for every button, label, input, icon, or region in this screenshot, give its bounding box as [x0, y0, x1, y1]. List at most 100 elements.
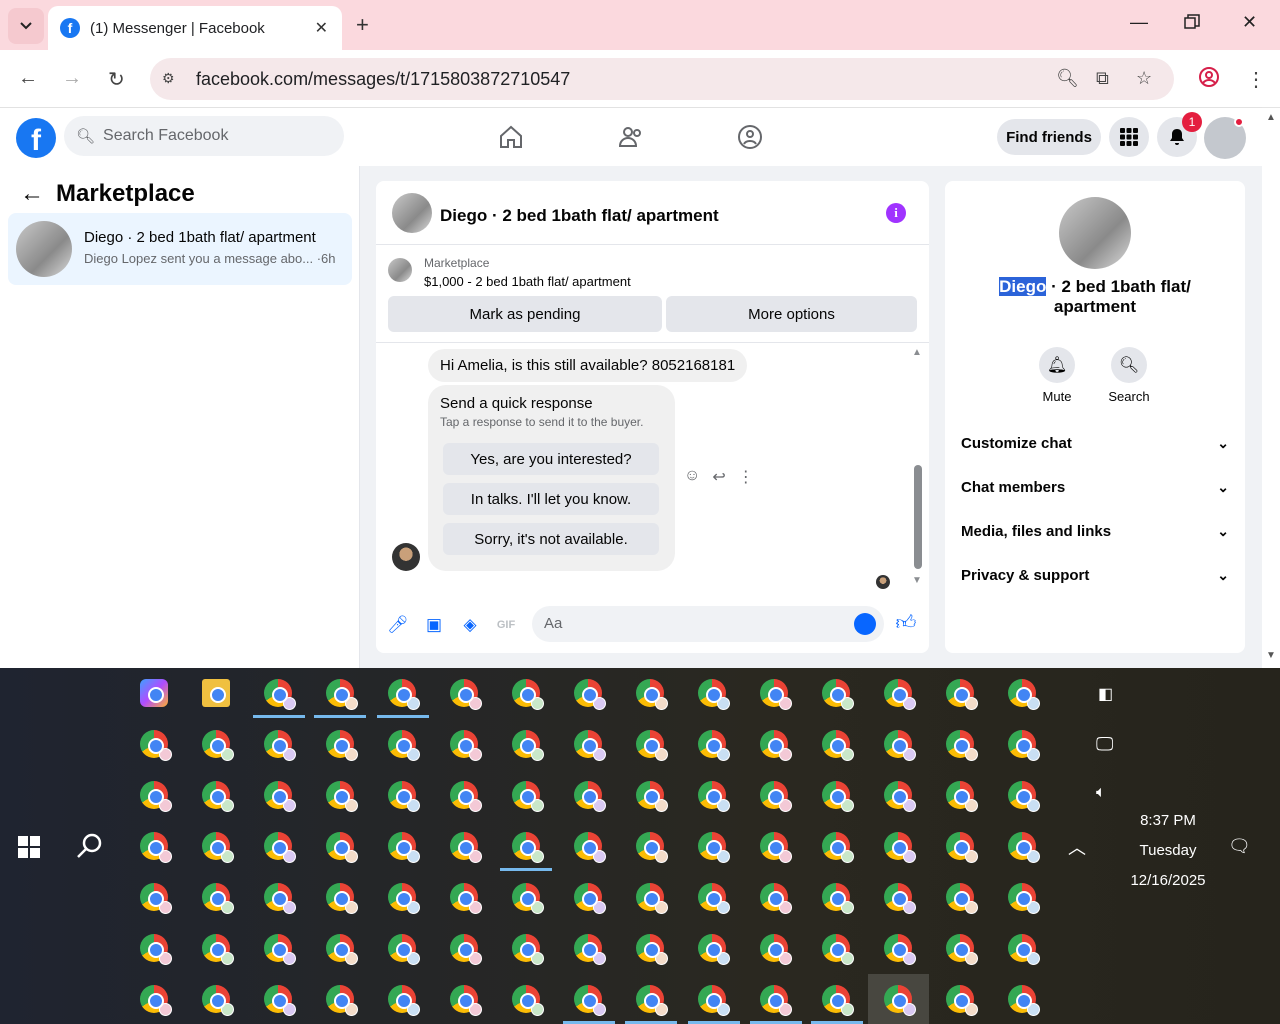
chrome-taskbar-icon[interactable]	[140, 985, 172, 1016]
chrome-taskbar-icon[interactable]	[946, 883, 978, 914]
chrome-taskbar-icon[interactable]	[636, 985, 668, 1016]
chrome-taskbar-icon[interactable]	[450, 781, 482, 812]
chrome-taskbar-icon[interactable]	[822, 934, 854, 965]
display-tray-icon[interactable]: 🖵︎	[1096, 734, 1113, 755]
close-window-icon[interactable]: ✕	[1242, 12, 1257, 33]
chrome-taskbar-icon[interactable]	[512, 781, 544, 812]
chrome-taskbar-icon[interactable]	[326, 832, 358, 863]
chrome-taskbar-icon[interactable]	[264, 781, 296, 812]
chrome-taskbar-icon[interactable]	[512, 985, 544, 1016]
quick-response-option[interactable]: Yes, are you interested?	[443, 443, 659, 475]
chrome-taskbar-icon[interactable]	[140, 832, 172, 863]
chrome-taskbar-icon[interactable]	[512, 883, 544, 914]
chrome-taskbar-icon[interactable]	[946, 934, 978, 965]
facebook-logo[interactable]: f	[16, 118, 56, 158]
new-tab-button[interactable]: +	[356, 12, 369, 38]
chrome-taskbar-icon[interactable]	[326, 883, 358, 914]
chrome-taskbar-icon[interactable]	[760, 781, 792, 812]
chrome-taskbar-icon[interactable]	[636, 730, 668, 761]
emoji-icon[interactable]	[854, 613, 876, 635]
react-emoji-icon[interactable]: ☺	[684, 467, 700, 487]
zoom-icon[interactable]: 🔍︎	[1056, 68, 1079, 89]
reload-icon[interactable]: ↻	[108, 67, 125, 92]
scroll-down-arrow-icon[interactable]: ▼	[1266, 650, 1276, 661]
chrome-taskbar-icon[interactable]	[822, 730, 854, 761]
chat-members-row[interactable]: Chat members ⌄	[961, 479, 1229, 503]
browser-tab-active[interactable]: f (1) Messenger | Facebook ✕	[48, 6, 342, 50]
chrome-taskbar-icon[interactable]	[264, 679, 296, 710]
chrome-taskbar-icon[interactable]	[512, 679, 544, 710]
chat-header-thumbnail[interactable]	[392, 193, 432, 233]
file-explorer-taskbar-icon[interactable]	[202, 679, 230, 707]
chrome-taskbar-icon[interactable]	[450, 883, 482, 914]
chrome-taskbar-icon[interactable]	[636, 934, 668, 965]
chrome-taskbar-icon[interactable]	[326, 679, 358, 710]
chrome-taskbar-icon[interactable]	[326, 781, 358, 812]
bookmark-star-icon[interactable]: ☆	[1136, 68, 1152, 89]
chrome-taskbar-icon[interactable]	[760, 985, 792, 1016]
camera-tray-icon[interactable]: ◧	[1098, 684, 1113, 704]
chrome-taskbar-icon[interactable]	[760, 832, 792, 863]
chrome-taskbar-icon[interactable]	[636, 781, 668, 812]
chrome-taskbar-icon[interactable]	[202, 730, 234, 761]
conversation-item[interactable]: Diego · 2 bed 1bath flat/ apartment Dieg…	[8, 213, 352, 285]
search-conversation-button[interactable]: 🔍︎ Search	[1099, 347, 1159, 404]
back-arrow-icon[interactable]: ←	[18, 67, 38, 90]
chrome-taskbar-icon[interactable]	[574, 985, 606, 1016]
privacy-support-row[interactable]: Privacy & support ⌄	[961, 567, 1229, 591]
thumbs-up-icon[interactable]: 👍︎	[896, 612, 917, 634]
chrome-taskbar-icon[interactable]	[760, 730, 792, 761]
scroll-down-arrow-icon[interactable]: ▼	[912, 575, 922, 586]
chrome-taskbar-icon[interactable]	[202, 934, 234, 965]
chrome-taskbar-icon[interactable]	[574, 883, 606, 914]
site-settings-icon[interactable]: ⚙	[162, 70, 180, 88]
chrome-taskbar-icon[interactable]	[698, 985, 730, 1016]
chrome-taskbar-icon[interactable]	[698, 781, 730, 812]
chrome-taskbar-icon[interactable]	[698, 730, 730, 761]
chrome-taskbar-icon[interactable]	[1008, 781, 1040, 812]
chrome-taskbar-icon[interactable]	[636, 832, 668, 863]
chrome-taskbar-icon[interactable]	[450, 730, 482, 761]
account-avatar-button[interactable]	[1204, 117, 1246, 159]
windows-start-icon[interactable]	[18, 836, 40, 858]
facebook-search-input[interactable]: 🔍︎ Search Facebook	[64, 116, 344, 156]
chrome-taskbar-icon[interactable]	[636, 883, 668, 914]
chrome-taskbar-icon[interactable]	[574, 781, 606, 812]
chrome-taskbar-icon[interactable]	[946, 985, 978, 1016]
chrome-taskbar-icon[interactable]	[140, 934, 172, 965]
chrome-taskbar-icon[interactable]	[698, 679, 730, 710]
chrome-taskbar-icon[interactable]	[450, 679, 482, 710]
chrome-taskbar-icon[interactable]	[388, 832, 420, 863]
chrome-taskbar-icon[interactable]	[946, 781, 978, 812]
install-app-icon[interactable]: ⧉	[1096, 68, 1109, 89]
chrome-taskbar-icon[interactable]	[698, 883, 730, 914]
chrome-taskbar-icon[interactable]	[512, 730, 544, 761]
customize-chat-row[interactable]: Customize chat ⌄	[961, 435, 1229, 459]
chrome-taskbar-icon[interactable]	[450, 934, 482, 965]
chrome-taskbar-icon[interactable]	[388, 883, 420, 914]
chrome-taskbar-icon[interactable]	[1008, 883, 1040, 914]
copilot-taskbar-icon[interactable]	[140, 679, 168, 707]
chrome-taskbar-icon[interactable]	[946, 730, 978, 761]
chrome-taskbar-icon[interactable]	[264, 730, 296, 761]
chrome-taskbar-icon[interactable]	[884, 730, 916, 761]
chrome-taskbar-icon[interactable]	[326, 730, 358, 761]
chrome-taskbar-icon[interactable]	[636, 679, 668, 710]
groups-icon[interactable]	[737, 124, 763, 150]
taskbar-clock[interactable]: 8:37 PM Tuesday 12/16/2025	[1118, 806, 1218, 896]
mute-button[interactable]: 🔔︎ Mute	[1027, 347, 1087, 404]
url-bar[interactable]: ⚙ facebook.com/messages/t/17158038727105…	[150, 58, 1174, 100]
chrome-taskbar-icon[interactable]	[326, 985, 358, 1016]
chrome-taskbar-icon[interactable]	[202, 781, 234, 812]
chrome-taskbar-icon[interactable]	[698, 934, 730, 965]
gif-icon[interactable]: GIF	[496, 615, 516, 635]
close-tab-icon[interactable]: ✕	[315, 18, 328, 38]
chrome-taskbar-icon[interactable]	[884, 832, 916, 863]
message-bubble[interactable]: Hi Amelia, is this still available? 8052…	[428, 349, 748, 382]
chrome-taskbar-icon[interactable]	[574, 832, 606, 863]
chevron-up-icon[interactable]: ︿	[1068, 834, 1086, 860]
chrome-taskbar-icon[interactable]	[264, 934, 296, 965]
chrome-taskbar-icon[interactable]	[760, 883, 792, 914]
friends-icon[interactable]	[618, 124, 644, 150]
chrome-taskbar-icon[interactable]	[698, 832, 730, 863]
